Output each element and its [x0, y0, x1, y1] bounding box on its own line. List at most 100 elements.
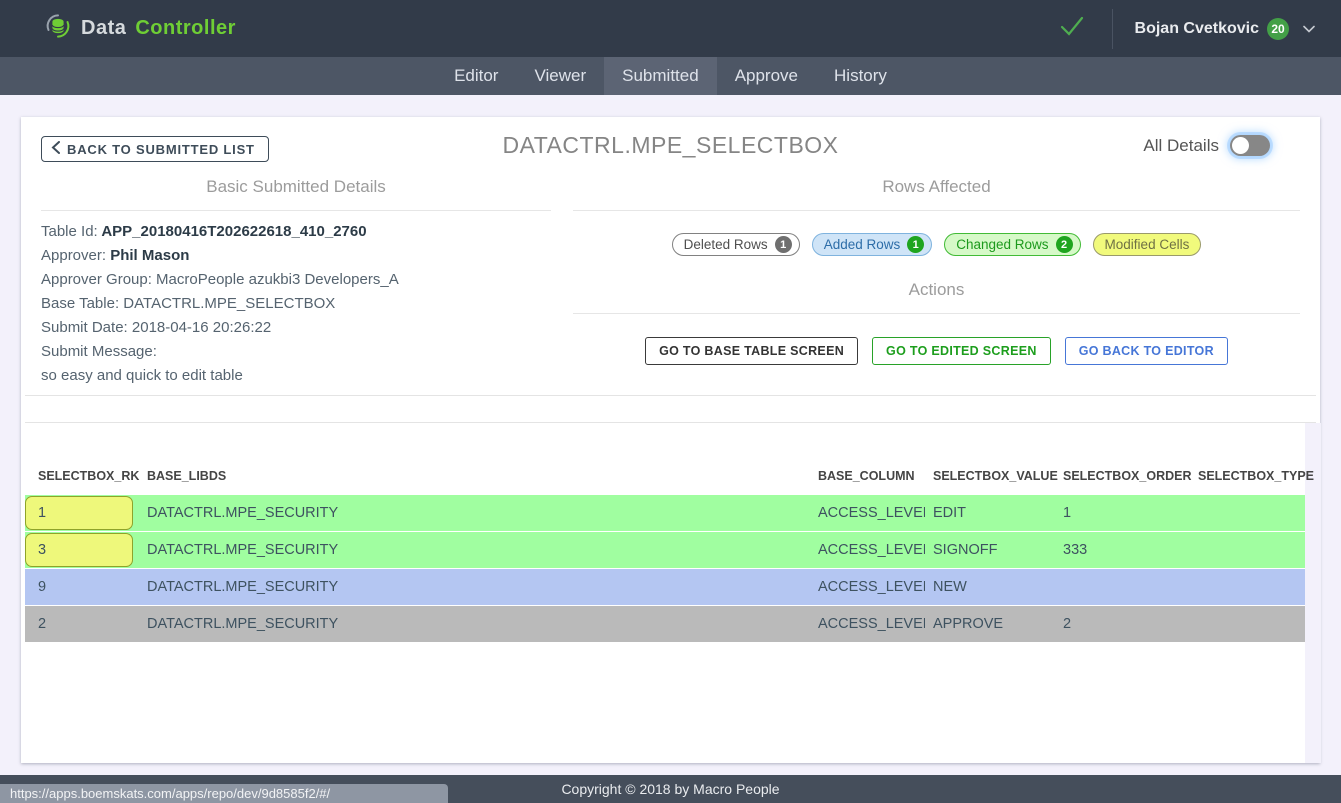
- badge-label: Deleted Rows: [684, 237, 768, 252]
- detail-value: APP_20180416T202622618_410_2760: [98, 223, 367, 240]
- rows-affected-badges: Deleted Rows 1 Added Rows1 Changed Rows 2 Mod…: [573, 233, 1300, 256]
- table-row-deleted: 2 DATACTRL.MPE_SECURITYACCESS_LEVELAPPROV…: [25, 606, 1305, 642]
- grid-cell: ACCESS_LEVEL: [810, 569, 925, 605]
- logo-text-data: Data: [81, 17, 126, 40]
- page-title: DATACTRL.MPE_SELECTBOX: [21, 132, 1320, 159]
- detail-label: Submit Date:: [41, 319, 128, 336]
- tab-submitted[interactable]: Submitted: [604, 57, 717, 95]
- card-divider: [25, 422, 1316, 423]
- grid-cell: ACCESS_LEVEL: [810, 532, 925, 568]
- basic-details-section: Basic Submitted Details Table Id: APP_20…: [41, 177, 551, 388]
- go-back-to-editor-button[interactable]: GO BACK TO EDITOR: [1065, 337, 1228, 365]
- column-header-selectbox_rk[interactable]: SELECTBOX_RK: [25, 469, 139, 483]
- basic-details-heading: Basic Submitted Details: [41, 177, 551, 203]
- grid-cell: [1055, 569, 1190, 605]
- app-logo[interactable]: Data Controller: [0, 12, 236, 45]
- detail-field: Approver Group: MacroPeople azukbi3 Deve…: [41, 268, 551, 292]
- grid-cell: 2: [25, 606, 139, 642]
- grid-cell: 9: [25, 569, 139, 605]
- cell-value: 9: [25, 579, 46, 595]
- tab-history[interactable]: History: [816, 57, 905, 95]
- detail-field: Base Table: DATACTRL.MPE_SELECTBOX: [41, 292, 551, 316]
- badge-label: Added Rows: [824, 237, 901, 252]
- card-divider: [25, 395, 1316, 396]
- all-details-toggle[interactable]: [1230, 135, 1270, 156]
- detail-label: Submit Message:: [41, 343, 157, 360]
- table-row-changed: 3DATACTRL.MPE_SECURITYACCESS_LEVELSIGNOF…: [25, 532, 1305, 568]
- column-header-selectbox_order[interactable]: SELECTBOX_ORDER: [1055, 469, 1190, 483]
- detail-label: Base Table:: [41, 295, 119, 312]
- detail-field: Submit Message:: [41, 340, 551, 364]
- grid-cell: [1190, 569, 1305, 605]
- tab-viewer[interactable]: Viewer: [516, 57, 604, 95]
- section-divider: [41, 210, 551, 211]
- grid-cell: APPROVE: [925, 606, 1055, 642]
- details-fields: Table Id: APP_20180416T202622618_410_276…: [41, 220, 551, 388]
- detail-field: Table Id: APP_20180416T202622618_410_276…: [41, 220, 551, 244]
- all-details-label: All Details: [1143, 136, 1219, 156]
- grid-cell: 2: [1055, 606, 1190, 642]
- browser-status-url: https://apps.boemskats.com/apps/repo/dev…: [0, 784, 448, 803]
- go-to-base-table-screen-button[interactable]: GO TO BASE TABLE SCREEN: [645, 337, 858, 365]
- rows-affected-grid: SELECTBOX_RKBASE_LIBDSBASE_COLUMNSELECTB…: [25, 457, 1305, 643]
- logo-text-controller: Controller: [135, 17, 236, 40]
- column-header-selectbox_type[interactable]: SELECTBOX_TYPE: [1190, 469, 1305, 483]
- table-row-added: 9 DATACTRL.MPE_SECURITYACCESS_LEVELNEW: [25, 569, 1305, 605]
- nav-tabs: EditorViewerSubmittedApproveHistory: [0, 57, 1341, 95]
- grid-cell: ACCESS_LEVEL: [810, 606, 925, 642]
- actions-buttons: GO TO BASE TABLE SCREEN GO TO EDITED SCRE…: [573, 337, 1300, 365]
- grid-cell: DATACTRL.MPE_SECURITY: [139, 569, 810, 605]
- tab-editor[interactable]: Editor: [436, 57, 516, 95]
- grid-cell: 1: [25, 495, 139, 531]
- badge-count: 1: [775, 236, 792, 253]
- app-header: Data Controller Bojan Cvetkovic 20: [0, 0, 1341, 57]
- submitted-detail-card: BACK TO SUBMITTED LIST DATACTRL.MPE_SELE…: [21, 117, 1320, 763]
- column-header-selectbox_value[interactable]: SELECTBOX_VALUE: [925, 469, 1055, 483]
- detail-value: 2018-04-16 20:26:22: [128, 319, 271, 336]
- grid-cell: 3: [25, 532, 139, 568]
- chevron-down-icon: [1303, 20, 1315, 38]
- user-menu[interactable]: Bojan Cvetkovic 20: [1135, 18, 1315, 40]
- changed-rows-badge[interactable]: Changed Rows 2: [944, 233, 1080, 256]
- database-logo-icon: [44, 12, 72, 45]
- badge-count: 2: [1056, 236, 1073, 253]
- modified-rows-badge[interactable]: Modified Cells: [1093, 233, 1202, 256]
- grid-cell: NEW: [925, 569, 1055, 605]
- detail-field: so easy and quick to edit table: [41, 364, 551, 388]
- added-rows-badge[interactable]: Added Rows1: [812, 233, 933, 256]
- grid-cell: DATACTRL.MPE_SECURITY: [139, 532, 810, 568]
- badge-label: Changed Rows: [956, 237, 1048, 252]
- detail-field: Approver: Phil Mason: [41, 244, 551, 268]
- cell-value: 2: [25, 616, 46, 632]
- grid-cell: [1190, 532, 1305, 568]
- grid-cell: EDIT: [925, 495, 1055, 531]
- rows-affected-section: Rows Affected Deleted Rows 1 Added Rows1 Ch…: [573, 177, 1300, 365]
- column-header-base_libds[interactable]: BASE_LIBDS: [139, 469, 810, 483]
- header-divider: [1112, 9, 1113, 49]
- grid-header-row: SELECTBOX_RKBASE_LIBDSBASE_COLUMNSELECTB…: [25, 457, 1305, 495]
- rows-affected-heading: Rows Affected: [573, 177, 1300, 203]
- detail-value: DATACTRL.MPE_SELECTBOX: [119, 295, 335, 312]
- detail-value: MacroPeople azukbi3 Developers_A: [152, 271, 399, 288]
- detail-label: so easy and quick to edit table: [41, 367, 243, 384]
- table-row-changed: 1DATACTRL.MPE_SECURITYACCESS_LEVELEDIT1: [25, 495, 1305, 531]
- all-details-control: All Details: [1143, 135, 1270, 156]
- grid-cell: 1: [1055, 495, 1190, 531]
- user-count-badge: 20: [1267, 18, 1289, 40]
- grid-cell: 333: [1055, 532, 1190, 568]
- modified-cell: 1: [25, 496, 133, 530]
- modified-cell: 3: [25, 533, 133, 567]
- deleted-rows-badge[interactable]: Deleted Rows 1: [672, 233, 800, 256]
- section-divider: [573, 313, 1300, 314]
- grid-cell: DATACTRL.MPE_SECURITY: [139, 606, 810, 642]
- detail-label: Approver Group:: [41, 271, 152, 288]
- detail-label: Approver:: [41, 247, 106, 264]
- actions-heading: Actions: [573, 280, 1300, 306]
- column-header-base_column[interactable]: BASE_COLUMN: [810, 469, 925, 483]
- toggle-knob: [1232, 137, 1249, 154]
- grid-cell: [1190, 495, 1305, 531]
- tab-approve[interactable]: Approve: [717, 57, 816, 95]
- detail-value: Phil Mason: [106, 247, 189, 264]
- section-divider: [573, 210, 1300, 211]
- go-to-edited-screen-button[interactable]: GO TO EDITED SCREEN: [872, 337, 1051, 365]
